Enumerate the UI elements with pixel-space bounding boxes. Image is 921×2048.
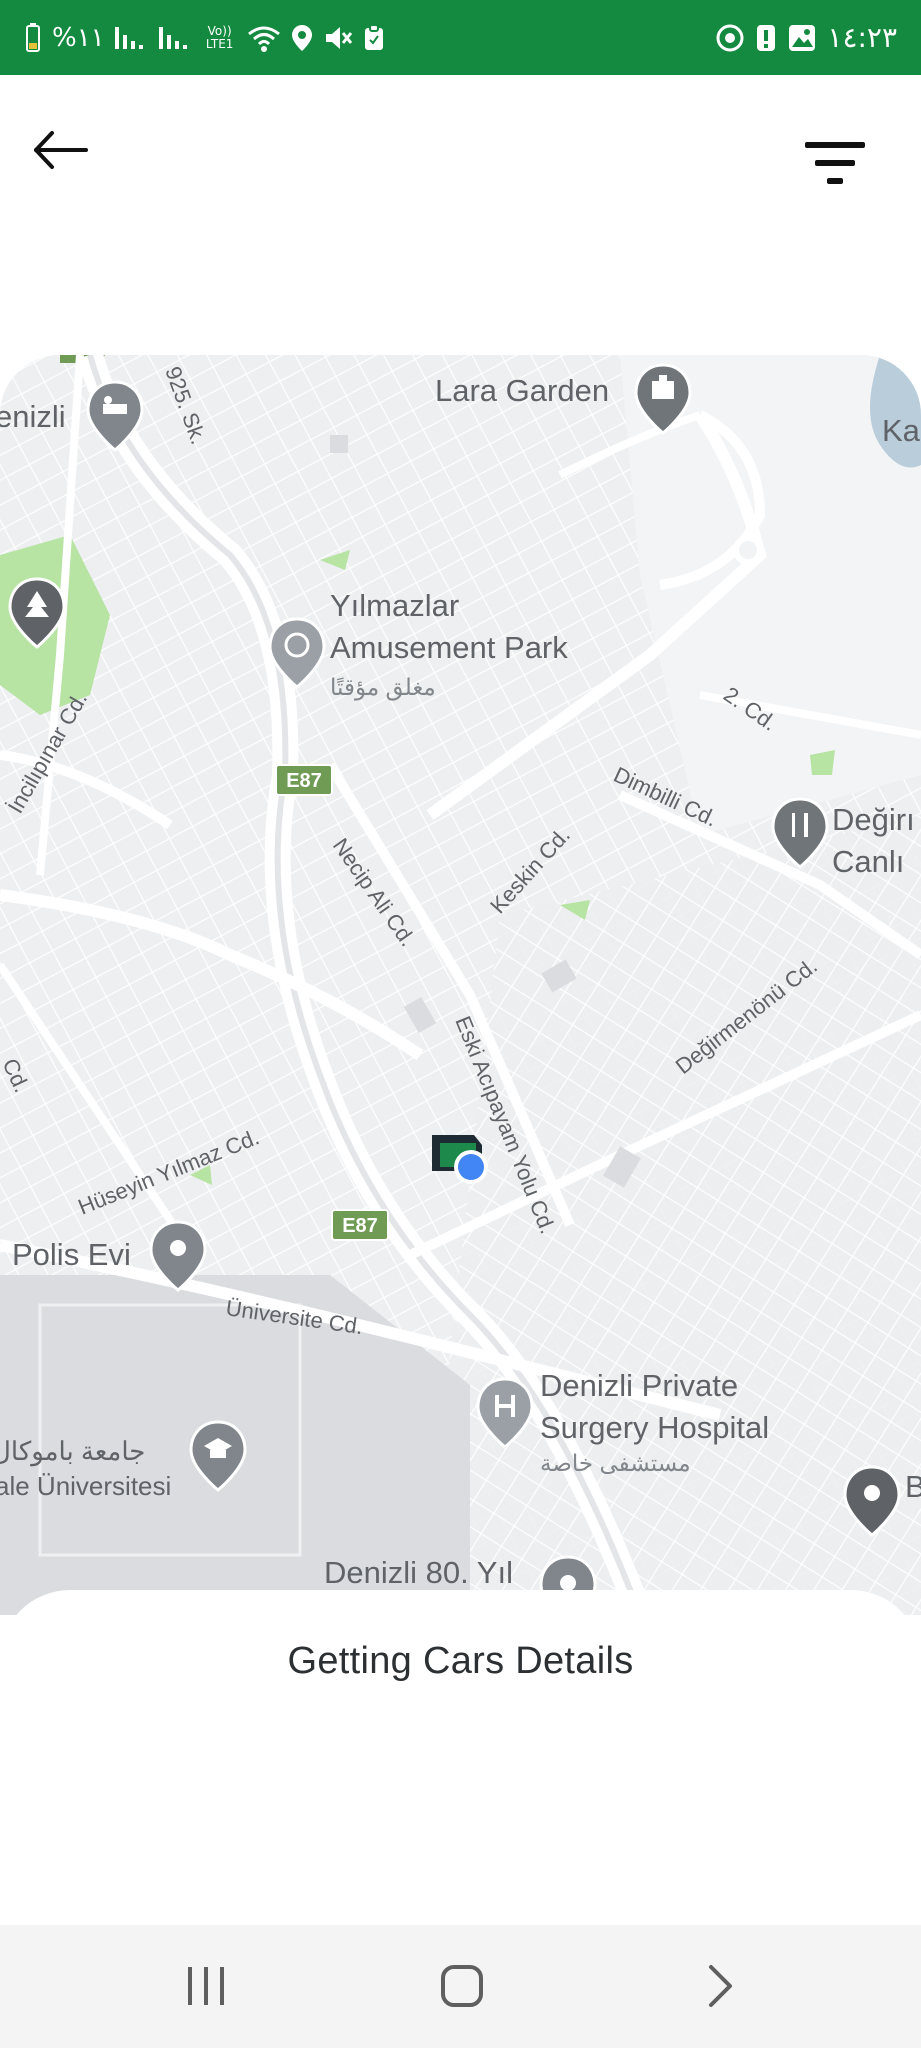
poi-label: Değirı (832, 802, 915, 837)
battery-low-icon (26, 22, 40, 52)
home-icon (441, 1965, 483, 2007)
clipboard-icon (364, 23, 383, 50)
poi-label: مغلق مؤقتًا (330, 674, 436, 701)
gallery-icon (789, 24, 816, 51)
poi-label: ale Üniversitesi (0, 1471, 171, 1501)
poi-label: Ka (882, 413, 921, 448)
poi-label: Denizli Private (540, 1368, 738, 1403)
filter-button[interactable] (795, 135, 875, 195)
signal-icon (158, 26, 187, 49)
poi-label: جامعة باموكال (0, 1436, 145, 1467)
poi-label: Lara Garden (435, 373, 609, 408)
highway-badge-e87: E87 (331, 1209, 389, 1241)
poi-label: Denizli 80. Yıl (324, 1555, 513, 1590)
clock: ١٤:٢٣ (827, 21, 897, 54)
signal-icon (114, 26, 143, 49)
loading-status-text: Getting Cars Details (287, 1640, 634, 1682)
poi-label: B (905, 1469, 921, 1504)
location-icon (291, 24, 312, 51)
mute-icon (325, 26, 352, 49)
filter-icon (805, 142, 865, 184)
back-nav-button[interactable] (680, 1955, 760, 2015)
svg-text:E87: E87 (286, 770, 322, 792)
alert-icon (757, 24, 776, 51)
poi-label: enizli (0, 399, 66, 434)
back-chevron-icon (709, 1965, 732, 2007)
status-left: %١١ Vo)) LTE1 (24, 22, 385, 53)
bottom-sheet: Getting Cars Details (0, 1590, 921, 1925)
poi-label: Surgery Hospital (540, 1410, 769, 1445)
app-header (0, 75, 921, 355)
svg-text:E87: E87 (342, 1215, 378, 1237)
status-right: ١٤:٢٣ (715, 21, 897, 54)
back-button[interactable] (28, 125, 98, 175)
wifi-icon (247, 26, 280, 52)
recents-button[interactable] (166, 1955, 246, 2015)
status-bar: %١١ Vo)) LTE1 ١٤:٢٣ (0, 0, 921, 75)
map-canvas[interactable]: E87 E87 925. Sk. İncilıpınar Cd. 2. Cd. … (0, 355, 921, 1615)
arrow-left-icon (34, 131, 88, 169)
recents-icon (188, 1967, 224, 2005)
map-view[interactable]: E87 E87 925. Sk. İncilıpınar Cd. 2. Cd. … (0, 355, 921, 1615)
battery-percent: %١١ (52, 22, 105, 53)
highway-badge-e87: E87 (275, 764, 333, 796)
rotate-lock-icon (716, 24, 744, 51)
system-nav-bar (0, 1925, 921, 2048)
home-button[interactable] (422, 1955, 502, 2015)
poi-label: Polis Evi (12, 1237, 131, 1272)
volte-label: Vo)) LTE1 (205, 23, 234, 51)
poi-label: Canlı (832, 844, 904, 879)
current-location-icon (454, 1150, 488, 1184)
poi-label: Amusement Park (330, 630, 568, 665)
poi-label: مستشفى خاصة (540, 1450, 691, 1476)
poi-label: Yılmazlar (330, 588, 459, 623)
